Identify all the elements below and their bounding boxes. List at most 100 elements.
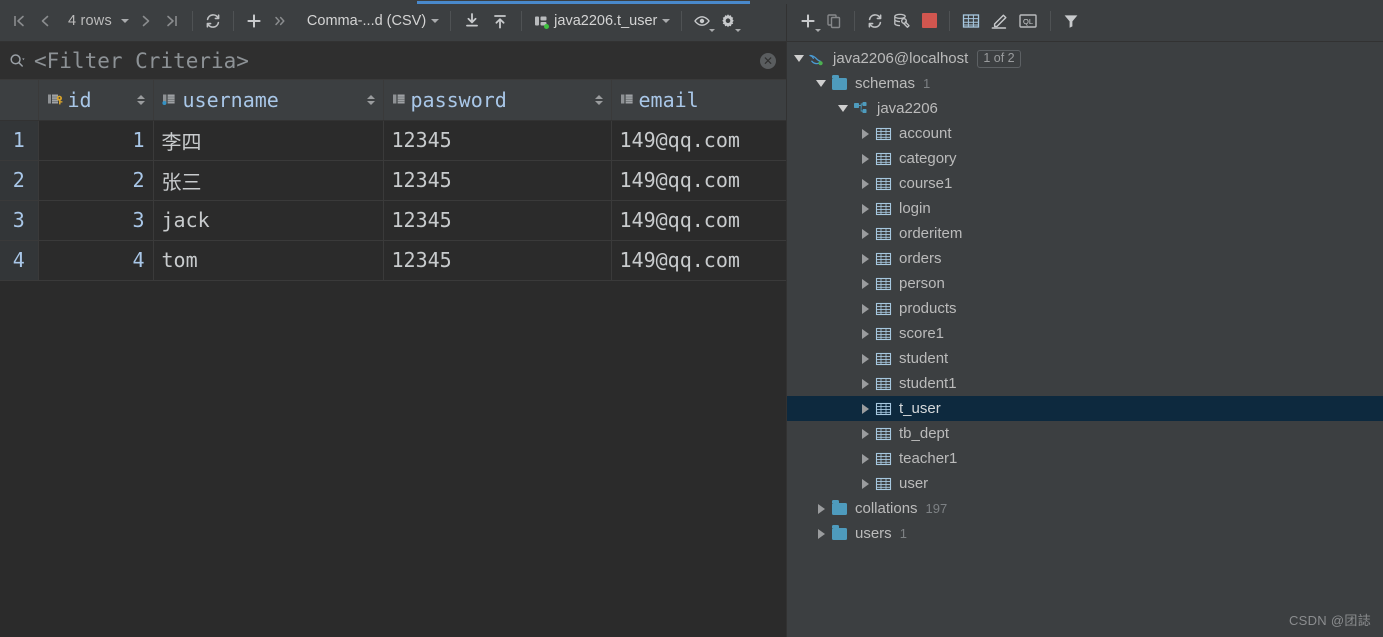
expand-toggle[interactable] [857, 178, 873, 189]
cell-password[interactable]: 12345 [383, 240, 612, 281]
expand-toggle[interactable] [857, 128, 873, 139]
table-icon[interactable] [957, 6, 985, 36]
tree-node-table-user[interactable]: user [787, 471, 1383, 496]
expand-toggle[interactable] [857, 378, 873, 389]
first-page-icon[interactable] [6, 6, 32, 36]
refresh-icon[interactable] [862, 6, 888, 36]
connection-selector[interactable]: java2206.t_user [529, 6, 674, 36]
export-icon[interactable] [486, 6, 514, 36]
expand-toggle[interactable] [857, 228, 873, 239]
tree-node-table-orderitem[interactable]: orderitem [787, 221, 1383, 246]
primary-key-column-icon [47, 92, 64, 108]
cell-email[interactable]: 149@qq.com [611, 120, 786, 161]
previous-page-icon[interactable] [32, 6, 58, 36]
expand-toggle[interactable] [835, 105, 851, 112]
tree-node-table-score1[interactable]: score1 [787, 321, 1383, 346]
export-format-selector[interactable]: Comma-...d (CSV) [301, 6, 443, 36]
cell-password[interactable]: 12345 [383, 160, 612, 201]
eye-icon[interactable] [689, 6, 716, 36]
ql-console-icon[interactable]: QL [1013, 6, 1043, 36]
cell-id[interactable]: 3 [38, 200, 154, 241]
expand-toggle[interactable] [813, 528, 829, 539]
tree-node-table-person[interactable]: person [787, 271, 1383, 296]
tree-node-table-student1[interactable]: student1 [787, 371, 1383, 396]
add-row-icon[interactable] [241, 6, 267, 36]
table-icon [873, 352, 893, 366]
tree-node-schemas[interactable]: schemas 1 [787, 71, 1383, 96]
expand-toggle[interactable] [857, 303, 873, 314]
expand-toggle[interactable] [857, 478, 873, 489]
tree-node-label: schemas [855, 75, 916, 92]
tree-node-table-teacher1[interactable]: teacher1 [787, 446, 1383, 471]
last-page-icon[interactable] [159, 6, 185, 36]
tree-node-connection[interactable]: java2206@localhost 1 of 2 [787, 46, 1383, 71]
chevron-double-right-icon[interactable] [267, 6, 293, 36]
stop-icon[interactable] [916, 6, 942, 36]
filter-criteria-bar[interactable]: <Filter Criteria> ✕ [0, 42, 786, 80]
expand-toggle[interactable] [813, 503, 829, 514]
expand-toggle[interactable] [813, 80, 829, 87]
expand-toggle[interactable] [857, 153, 873, 164]
tree-node-label: products [899, 300, 957, 317]
reload-icon[interactable] [200, 6, 226, 36]
row-count-selector[interactable]: 4 rows [58, 6, 133, 36]
tree-node-table-orders[interactable]: orders [787, 246, 1383, 271]
tree-node-collations[interactable]: collations 197 [787, 496, 1383, 521]
database-tools-icon[interactable] [888, 6, 916, 36]
column-header-id[interactable]: id [38, 80, 154, 121]
table-row[interactable]: 1 1 李四 12345 149@qq.com [0, 120, 786, 161]
expand-toggle[interactable] [857, 453, 873, 464]
tree-node-users[interactable]: users 1 [787, 521, 1383, 546]
tree-node-label: login [899, 200, 931, 217]
table-row[interactable]: 3 3 jack 12345 149@qq.com [0, 200, 786, 241]
column-header-username[interactable]: username [153, 80, 384, 121]
tree-node-label: teacher1 [899, 450, 958, 467]
expand-toggle[interactable] [857, 278, 873, 289]
table-row[interactable]: 2 2 张三 12345 149@qq.com [0, 160, 786, 201]
column-header-password[interactable]: password [383, 80, 612, 121]
expand-toggle[interactable] [857, 428, 873, 439]
filter-criteria-input[interactable]: <Filter Criteria> [30, 49, 249, 73]
gear-icon[interactable] [715, 6, 742, 36]
funnel-icon[interactable] [1058, 6, 1084, 36]
tree-node-table-course1[interactable]: course1 [787, 171, 1383, 196]
cell-password[interactable]: 12345 [383, 120, 612, 161]
cell-username[interactable]: 张三 [153, 160, 384, 201]
cell-username[interactable]: tom [153, 240, 384, 281]
import-icon[interactable] [458, 6, 486, 36]
sort-toggle-password[interactable] [587, 94, 603, 105]
tree-node-table-category[interactable]: category [787, 146, 1383, 171]
cell-email[interactable]: 149@qq.com [611, 240, 786, 281]
expand-toggle[interactable] [857, 403, 873, 414]
cell-username[interactable]: 李四 [153, 120, 384, 161]
plus-icon[interactable] [795, 6, 821, 36]
cell-email[interactable]: 149@qq.com [611, 160, 786, 201]
sort-toggle-username[interactable] [359, 94, 375, 105]
expand-toggle[interactable] [791, 55, 807, 62]
tree-node-table-tb-dept[interactable]: tb_dept [787, 421, 1383, 446]
sort-toggle-id[interactable] [129, 94, 145, 105]
tree-node-table-account[interactable]: account [787, 121, 1383, 146]
chevron-down-icon [431, 18, 440, 23]
next-page-icon[interactable] [133, 6, 159, 36]
expand-toggle[interactable] [857, 203, 873, 214]
table-row[interactable]: 4 4 tom 12345 149@qq.com [0, 240, 786, 281]
tree-node-table-student[interactable]: student [787, 346, 1383, 371]
expand-toggle[interactable] [857, 328, 873, 339]
tree-node-table-products[interactable]: products [787, 296, 1383, 321]
cell-username[interactable]: jack [153, 200, 384, 241]
cell-id[interactable]: 1 [38, 120, 154, 161]
expand-toggle[interactable] [857, 253, 873, 264]
cell-email[interactable]: 149@qq.com [611, 200, 786, 241]
cell-password[interactable]: 12345 [383, 200, 612, 241]
tree-node-table-t-user[interactable]: t_user [787, 396, 1383, 421]
expand-toggle[interactable] [857, 353, 873, 364]
clear-icon[interactable]: ✕ [760, 52, 776, 69]
pencil-icon[interactable] [985, 6, 1013, 36]
tree-node-schema-java2206[interactable]: java2206 [787, 96, 1383, 121]
cell-id[interactable]: 4 [38, 240, 154, 281]
column-header-email[interactable]: email [611, 80, 786, 121]
cell-id[interactable]: 2 [38, 160, 154, 201]
duplicate-icon[interactable] [821, 6, 847, 36]
tree-node-table-login[interactable]: login [787, 196, 1383, 221]
